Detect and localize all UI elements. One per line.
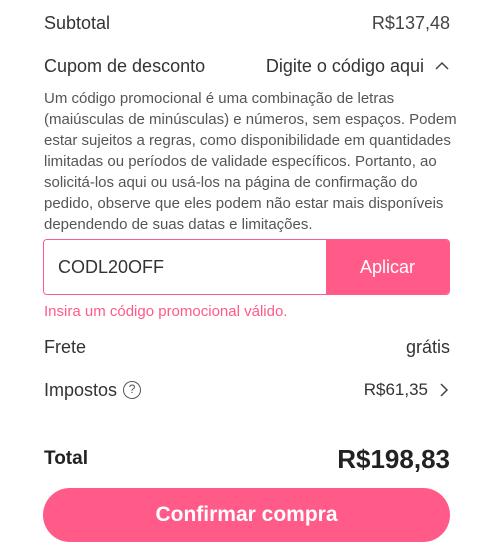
subtotal-row: Subtotal R$137,48: [44, 10, 450, 36]
coupon-toggle-label: Digite o código aqui: [265, 55, 424, 76]
coupon-label: Cupom de desconto: [44, 55, 206, 76]
chevron-right-icon: [440, 383, 449, 397]
total-value: R$198,83: [337, 443, 450, 474]
subtotal-label: Subtotal: [44, 12, 111, 33]
question-circle-icon[interactable]: ?: [123, 381, 142, 399]
tax-label: Impostos: [44, 379, 118, 400]
apply-coupon-button[interactable]: Aplicar: [326, 240, 449, 294]
tax-value: R$61,35: [363, 380, 428, 399]
tax-label-group: Impostos ?: [44, 379, 142, 401]
shipping-label: Frete: [44, 336, 87, 357]
coupon-error-message: Insira um código promocional válido.: [44, 303, 288, 320]
coupon-row: Cupom de desconto Digite o código aqui: [44, 52, 450, 80]
coupon-form: Aplicar: [43, 239, 450, 295]
tax-row[interactable]: Impostos ? R$61,35: [44, 376, 450, 404]
chevron-up-icon: [435, 61, 449, 70]
total-row: Total R$198,83: [44, 443, 450, 475]
tax-value-group[interactable]: R$61,35: [364, 380, 450, 400]
confirm-purchase-button[interactable]: Confirmar compra: [43, 488, 450, 542]
coupon-toggle[interactable]: Digite o código aqui: [266, 56, 450, 77]
subtotal-value: R$137,48: [371, 12, 450, 33]
shipping-value: grátis: [405, 336, 450, 357]
coupon-help-text: Um código promocional é uma combinação d…: [44, 90, 457, 233]
order-summary: Subtotal R$137,48 Cupom de desconto Digi…: [0, 0, 500, 546]
coupon-input[interactable]: [44, 240, 326, 294]
shipping-row: Frete grátis: [44, 334, 450, 360]
total-label: Total: [44, 448, 88, 469]
